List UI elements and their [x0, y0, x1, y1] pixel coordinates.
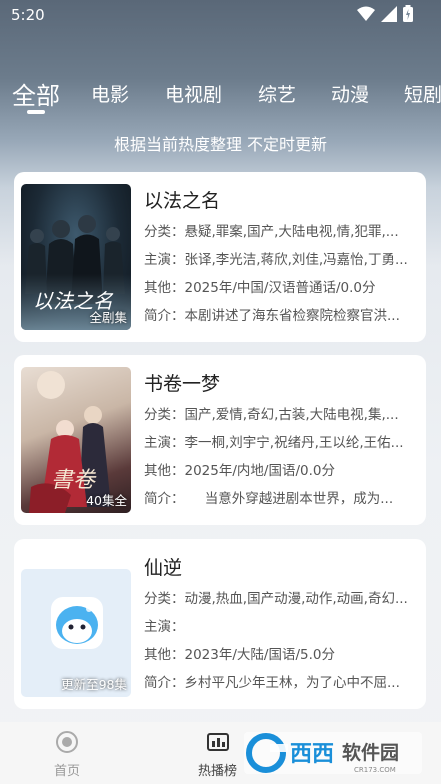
signal-icon [381, 5, 397, 22]
tab-movie[interactable]: 电影 [91, 80, 129, 107]
episode-badge: 更新至98集 [61, 677, 127, 692]
item-other: 其他：2023年/大陆/国语/5.0分 [144, 647, 335, 663]
poster-image[interactable]: 更新至98集 [21, 569, 131, 697]
item-other: 其他：2025年/中国/汉语普通话/0.0分 [144, 280, 376, 296]
list-item[interactable]: 更新至98集 仙逆 分类：动漫,热血,国产动漫,动作,动画,奇幻... 主演： … [14, 539, 426, 709]
item-intro: 简介：乡村平凡少年王林，为了心中不屈... [144, 675, 400, 691]
list-item[interactable]: 書卷 40集全 书卷一梦 分类：国产,爱情,奇幻,古装,大陆电视,集,... 主… [14, 355, 426, 525]
nav-home-label: 首页 [54, 764, 81, 779]
tab-short-drama[interactable]: 短剧 [404, 80, 441, 107]
item-other: 其他：2025年/内地/国语/0.0分 [144, 463, 335, 479]
category-tabs: 全部 电影 电视剧 综艺 动漫 短剧 [0, 70, 441, 120]
item-cast: 主演：李一桐,刘宇宁,祝绪丹,王以纶,王佑... [144, 435, 404, 451]
status-icons [357, 5, 413, 22]
ranking-subtitle: 根据当前热度整理 不定时更新 [113, 135, 328, 154]
item-category: 分类：动漫,热血,国产动漫,动作,动画,奇幻... [144, 591, 408, 607]
nav-ranking[interactable]: 热播榜 [198, 730, 237, 779]
item-intro: 简介：本剧讲述了海东省检察院检察官洪... [144, 308, 400, 324]
item-category: 分类：国产,爱情,奇幻,古装,大陆电视,集,... [144, 407, 399, 423]
svg-text:CR173.COM: CR173.COM [354, 766, 396, 774]
nav-ranking-label: 热播榜 [198, 764, 238, 779]
svg-text:西西: 西西 [290, 742, 334, 767]
home-icon [56, 731, 78, 753]
episode-badge: 40集全 [86, 493, 127, 508]
nav-home[interactable]: 首页 [54, 730, 80, 779]
site-watermark: 西西 软件园 CR173.COM [244, 732, 422, 774]
poster-image[interactable]: 書卷 40集全 [21, 367, 131, 513]
item-cast: 主演： [144, 619, 185, 635]
tab-all[interactable]: 全部 [12, 76, 60, 111]
item-title[interactable]: 以法之名 [144, 186, 220, 213]
item-title[interactable]: 仙逆 [144, 553, 182, 580]
item-title[interactable]: 书卷一梦 [144, 369, 220, 396]
item-cast: 主演：张译,李光洁,蒋欣,刘佳,冯嘉怡,丁勇... [144, 252, 408, 268]
item-intro: 简介： 当意外穿越进剧本世界，成为... [144, 491, 394, 507]
item-category: 分类：悬疑,罪案,国产,大陆电视,情,犯罪,... [144, 224, 399, 240]
poster-image[interactable]: 以法之名 全剧集 [21, 184, 131, 330]
tab-tv-series[interactable]: 电视剧 [165, 80, 222, 107]
list-item[interactable]: 以法之名 全剧集 以法之名 分类：悬疑,罪案,国产,大陆电视,情,犯罪,... … [14, 172, 426, 342]
wifi-icon [357, 6, 375, 21]
status-bar: 5:20 [0, 0, 441, 32]
svg-text:软件园: 软件园 [342, 741, 399, 764]
tab-indicator [27, 110, 45, 114]
chart-icon [206, 733, 229, 751]
status-time: 5:20 [11, 6, 45, 24]
battery-icon [403, 5, 413, 22]
tab-variety[interactable]: 综艺 [258, 80, 296, 107]
episode-badge: 全剧集 [89, 310, 127, 325]
tab-anime[interactable]: 动漫 [331, 80, 369, 107]
